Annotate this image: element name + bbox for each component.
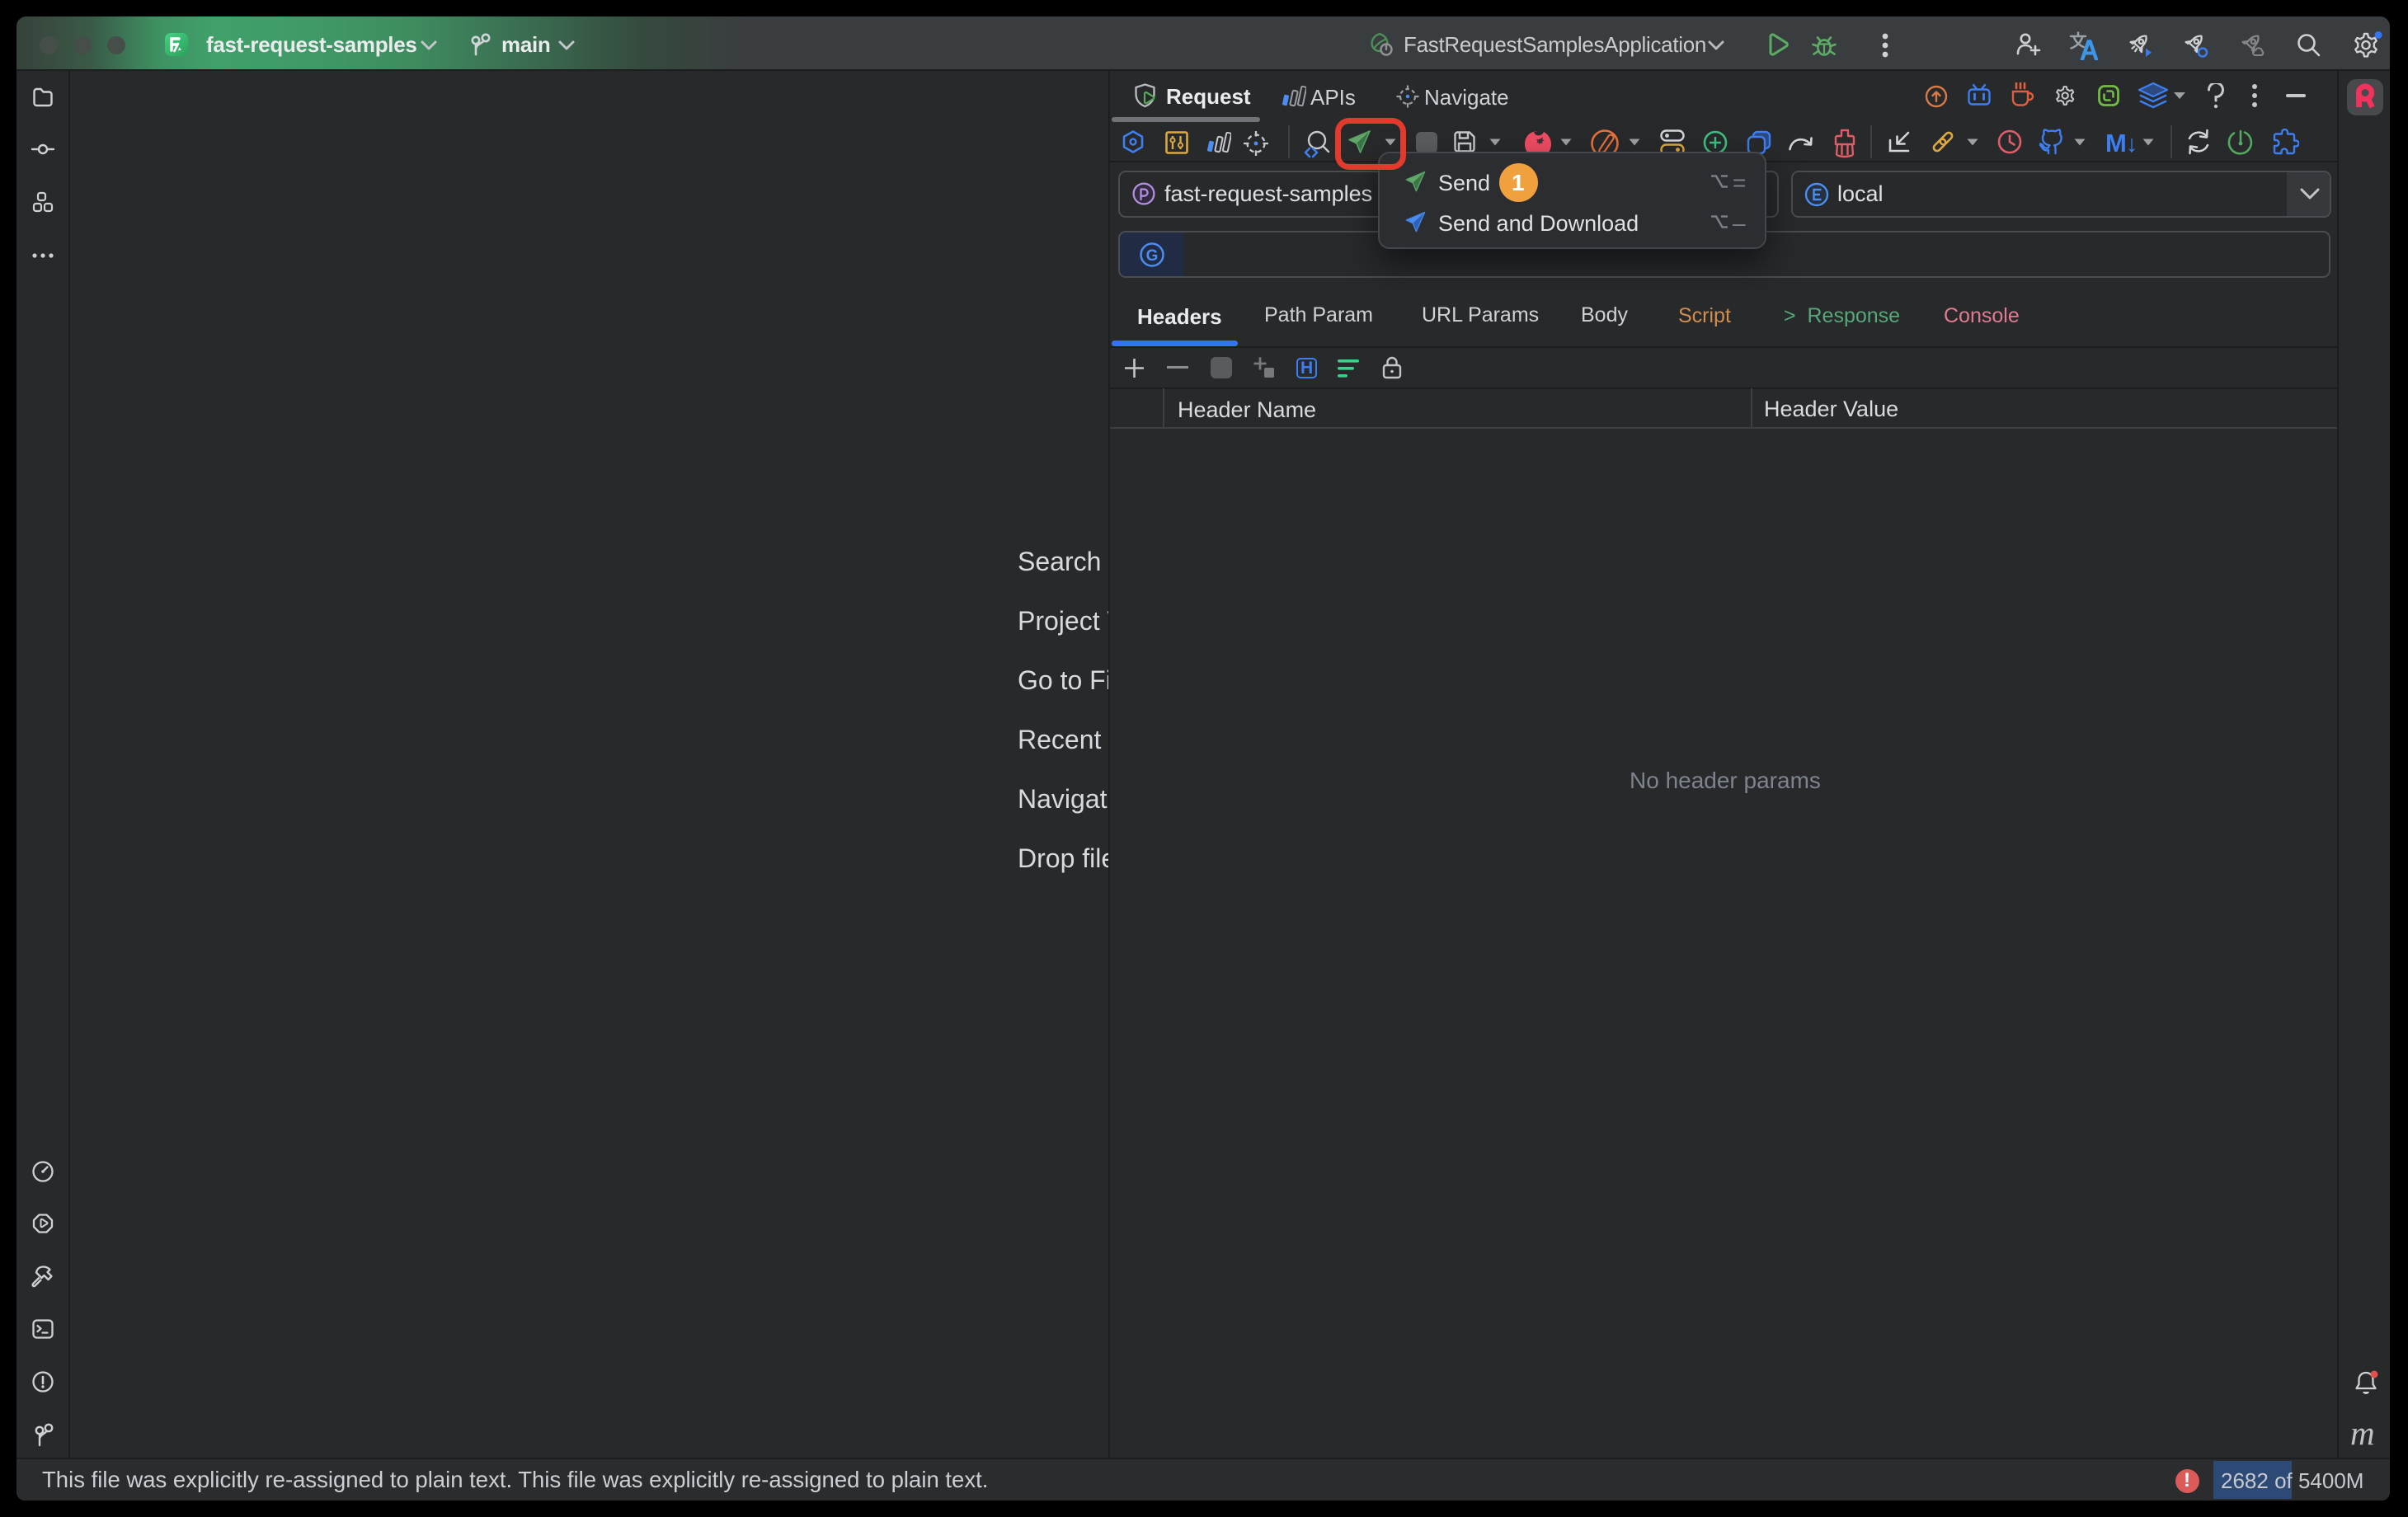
svg-text:G: G xyxy=(1146,247,1159,265)
